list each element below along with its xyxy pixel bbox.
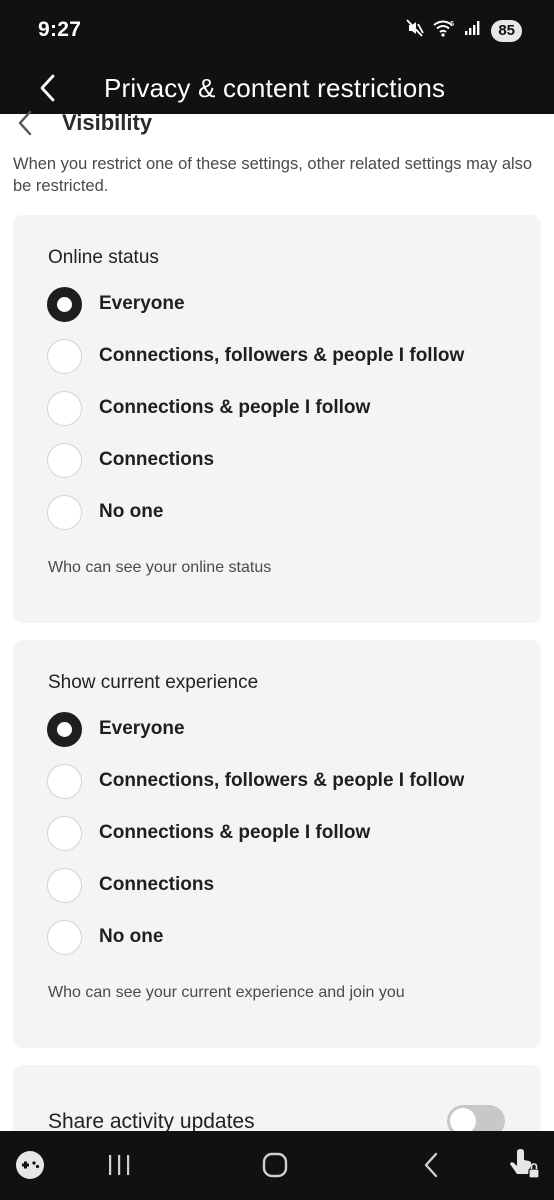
option-label: No one — [99, 501, 164, 522]
status-icons: 5 85 — [406, 19, 522, 42]
section-header: Visibility — [0, 102, 554, 142]
system-nav-bar — [0, 1131, 554, 1200]
section-title: Visibility — [62, 110, 153, 135]
option-label: No one — [99, 926, 164, 947]
radio-button[interactable] — [47, 442, 82, 478]
current-experience-option-everyone[interactable]: Everyone — [47, 711, 185, 747]
online-status-option-connections[interactable]: Connections — [47, 442, 214, 478]
option-label: Connections & people I follow — [99, 822, 371, 843]
current-experience-card: Show current experience Everyone Connect… — [13, 640, 541, 1048]
current-experience-option-connections-followers[interactable]: Connections, followers & people I follow — [47, 763, 464, 799]
intro-text: When you restrict one of these settings,… — [13, 155, 533, 195]
option-label: Everyone — [99, 718, 185, 739]
svg-text:5: 5 — [450, 20, 454, 28]
radio-button[interactable] — [47, 919, 82, 955]
home-icon[interactable] — [255, 1147, 295, 1183]
game-controller-icon[interactable] — [10, 1147, 50, 1183]
chevron-left-icon[interactable] — [10, 108, 40, 138]
option-label: Connections & people I follow — [99, 397, 371, 418]
option-label: Connections — [99, 449, 215, 470]
online-status-option-no-one[interactable]: No one — [47, 494, 163, 530]
radio-button[interactable] — [47, 494, 82, 530]
status-bar: 9:27 5 85 — [0, 0, 554, 62]
radio-button[interactable] — [47, 338, 82, 374]
current-experience-option-connections-people[interactable]: Connections & people I follow — [47, 815, 370, 851]
back-icon[interactable] — [411, 1147, 451, 1183]
online-status-option-connections-people[interactable]: Connections & people I follow — [47, 390, 370, 426]
radio-button[interactable] — [47, 286, 82, 322]
current-experience-caption: Who can see your current experience and … — [48, 984, 405, 1001]
option-label: Connections, followers & people I follow — [99, 770, 465, 791]
current-experience-option-no-one[interactable]: No one — [47, 919, 163, 955]
touch-lock-icon[interactable] — [505, 1147, 545, 1183]
recents-icon[interactable] — [99, 1147, 139, 1183]
current-experience-option-connections[interactable]: Connections — [47, 867, 214, 903]
radio-button[interactable] — [47, 815, 82, 851]
online-status-option-connections-followers[interactable]: Connections, followers & people I follow — [47, 338, 464, 374]
battery-indicator: 85 — [491, 19, 522, 42]
status-time: 9:27 — [38, 18, 82, 41]
online-status-card: Online status Everyone Connections, foll… — [13, 215, 541, 623]
signal-icon — [464, 20, 482, 41]
radio-button[interactable] — [47, 711, 82, 747]
online-status-title: Online status — [48, 247, 159, 268]
radio-button[interactable] — [47, 763, 82, 799]
online-status-option-everyone[interactable]: Everyone — [47, 286, 185, 322]
radio-button[interactable] — [47, 867, 82, 903]
option-label: Connections — [99, 874, 215, 895]
option-label: Connections, followers & people I follow — [99, 345, 465, 366]
wifi-icon: 5 — [433, 19, 455, 42]
current-experience-title: Show current experience — [48, 672, 259, 693]
mute-icon — [406, 19, 425, 42]
radio-button[interactable] — [47, 390, 82, 426]
option-label: Everyone — [99, 293, 185, 314]
online-status-caption: Who can see your online status — [48, 559, 272, 576]
